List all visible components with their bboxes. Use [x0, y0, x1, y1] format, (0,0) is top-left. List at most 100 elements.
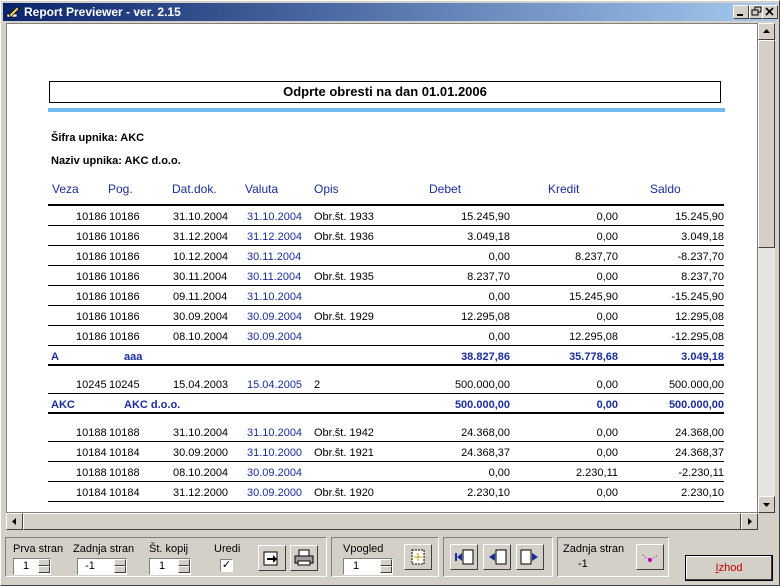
title-bar[interactable]: Report Previewer - ver. 2.15 — [3, 3, 778, 21]
spin-up-icon[interactable] — [178, 559, 190, 566]
cell-dat: 09.11.2004 — [173, 291, 228, 303]
cell-valuta: 30.11.2004 — [247, 251, 302, 263]
previous-page-icon — [489, 549, 507, 565]
vertical-scrollbar[interactable] — [758, 23, 775, 513]
cell-debet: 0,00 — [488, 467, 510, 479]
minimize-button[interactable] — [733, 5, 749, 19]
zoom-page-icon — [411, 549, 425, 565]
print-button[interactable] — [290, 545, 318, 571]
cell-veza: 10186 — [76, 211, 107, 223]
cell-dat: 30.09.2000 — [173, 447, 229, 459]
bottom-toolbar: Prva stran 1 Zadnja stran -1 Št. kopij 1… — [3, 533, 777, 583]
cell-valuta: 30.09.2004 — [247, 467, 303, 479]
next-page-button[interactable] — [516, 544, 544, 570]
spin-down-icon[interactable] — [114, 566, 126, 573]
cell-kredit: 2.230,11 — [575, 467, 618, 479]
spin-up-icon[interactable] — [380, 559, 392, 566]
scroll-left-button[interactable] — [6, 513, 23, 530]
arrow-right-icon — [748, 518, 752, 525]
uredi-checkbox[interactable]: ✓ — [220, 559, 233, 572]
cell-kredit: 0,00 — [596, 311, 618, 323]
uredi-label: Uredi — [214, 543, 241, 555]
prva-stran-spinner[interactable]: 1 — [13, 558, 51, 575]
cell-dat: 31.12.2000 — [173, 487, 229, 499]
cell-saldo: -15.245,90 — [671, 291, 724, 303]
cell-valuta: 30.11.2004 — [247, 271, 302, 283]
cell-veza: 10186 — [76, 251, 107, 263]
zadnja-stran2-value: -1 — [578, 558, 588, 570]
zadnja-stran-spinner[interactable]: -1 — [77, 558, 127, 575]
cell-kredit: 0,00 — [596, 399, 618, 411]
cell-kredit: 0,00 — [596, 211, 618, 223]
zadnja-stran2-label: Zadnja stran — [563, 543, 625, 555]
vertical-scroll-thumb[interactable] — [758, 40, 775, 248]
table-row: 10188 10188 31.10.2004 31.10.2004 Obr.št. 19… — [48, 422, 724, 442]
cell-dat: 30.09.2004 — [173, 311, 229, 323]
minimize-icon — [737, 14, 743, 16]
report-page: Odprte obresti na dan 01.01.2006 Šifra u… — [6, 23, 758, 513]
cell-pog: 10186 — [109, 331, 140, 343]
cell-dat: 08.10.2004 — [173, 467, 229, 479]
spin-down-icon[interactable] — [178, 566, 190, 573]
export-icon — [263, 551, 278, 566]
last-page-group: Zadnja stran -1 — [557, 537, 669, 577]
cell-dat: 31.12.2004 — [173, 231, 229, 243]
last-page-button[interactable] — [636, 544, 664, 570]
zoom-page-button[interactable] — [404, 544, 432, 570]
cell-debet: 500.000,00 — [454, 399, 510, 411]
table-row: 10245 10245 15.04.2003 15.04.2005 2 500.000,0… — [48, 374, 724, 394]
cell-debet: 0,00 — [488, 251, 510, 263]
scroll-down-button[interactable] — [758, 496, 775, 513]
cell-veza: AKC — [51, 399, 75, 411]
st-kopij-label: Št. kopij — [149, 543, 189, 555]
cell-veza: 10188 — [76, 467, 107, 479]
cell-opis: Obr.št. 1942 — [314, 427, 374, 439]
cell-debet: 500.000,00 — [454, 379, 510, 391]
table-row: 10186 10186 31.12.2004 31.12.2004 Obr.št. 19… — [48, 226, 724, 246]
cell-opis: Obr.št. 1929 — [314, 311, 374, 323]
cell-saldo: 3.049,18 — [681, 231, 724, 243]
sifra-upnika: Šifra upnika: AKC — [51, 132, 145, 144]
spin-up-icon[interactable] — [114, 559, 126, 566]
previous-page-button[interactable] — [483, 544, 511, 570]
cell-kredit: 0,00 — [596, 231, 618, 243]
cell-debet: 0,00 — [488, 291, 510, 303]
export-button[interactable] — [258, 545, 286, 571]
scroll-up-button[interactable] — [758, 23, 775, 40]
exit-button[interactable]: Izhod — [685, 555, 773, 581]
cell-debet: 8.237,70 — [467, 271, 510, 283]
cell-debet: 24.368,37 — [461, 447, 510, 459]
spin-down-icon[interactable] — [380, 566, 392, 573]
cell-saldo: 500.000,00 — [668, 399, 724, 411]
table-row: 10186 10186 10.12.2004 30.11.2004 0,00 8.237,… — [48, 246, 724, 266]
preview-group: Vpogled 1 — [331, 537, 439, 577]
horizontal-scrollbar[interactable] — [6, 513, 758, 530]
close-button[interactable] — [762, 5, 778, 19]
spin-down-icon[interactable] — [38, 566, 50, 573]
col-header-kredit: Kredit — [548, 182, 580, 196]
col-header-dat: Dat.dok. — [172, 182, 217, 196]
st-kopij-spinner[interactable]: 1 — [149, 558, 191, 575]
first-page-button[interactable] — [450, 544, 478, 570]
report-title: Odprte obresti na dan 01.01.2006 — [49, 81, 721, 103]
vpogled-spinner[interactable]: 1 — [343, 558, 393, 575]
cell-dat: 30.11.2004 — [173, 271, 228, 283]
table-row: 10186 10186 08.10.2004 30.09.2004 0,00 12.295… — [48, 326, 724, 346]
cell-saldo: -8.237,70 — [677, 251, 724, 263]
cell-saldo: 12.295,08 — [675, 311, 724, 323]
next-page-icon — [520, 549, 538, 565]
col-header-debet: Debet — [429, 182, 462, 196]
cell-opis: Obr.št. 1933 — [314, 211, 374, 223]
scroll-right-button[interactable] — [741, 513, 758, 530]
horizontal-scroll-thumb[interactable] — [23, 513, 741, 530]
cell-dat: 08.10.2004 — [173, 331, 229, 343]
cell-opis: Obr.št. 1936 — [314, 231, 374, 243]
window-title: Report Previewer - ver. 2.15 — [24, 5, 181, 19]
cell-pog: 10245 — [109, 379, 140, 391]
page-navigation-group — [443, 537, 553, 577]
cell-pog: 10184 — [109, 447, 140, 459]
arrow-left-icon — [12, 518, 16, 525]
col-header-valuta: Valuta — [245, 182, 279, 196]
cell-veza: 10186 — [76, 291, 107, 303]
spin-up-icon[interactable] — [38, 559, 50, 566]
